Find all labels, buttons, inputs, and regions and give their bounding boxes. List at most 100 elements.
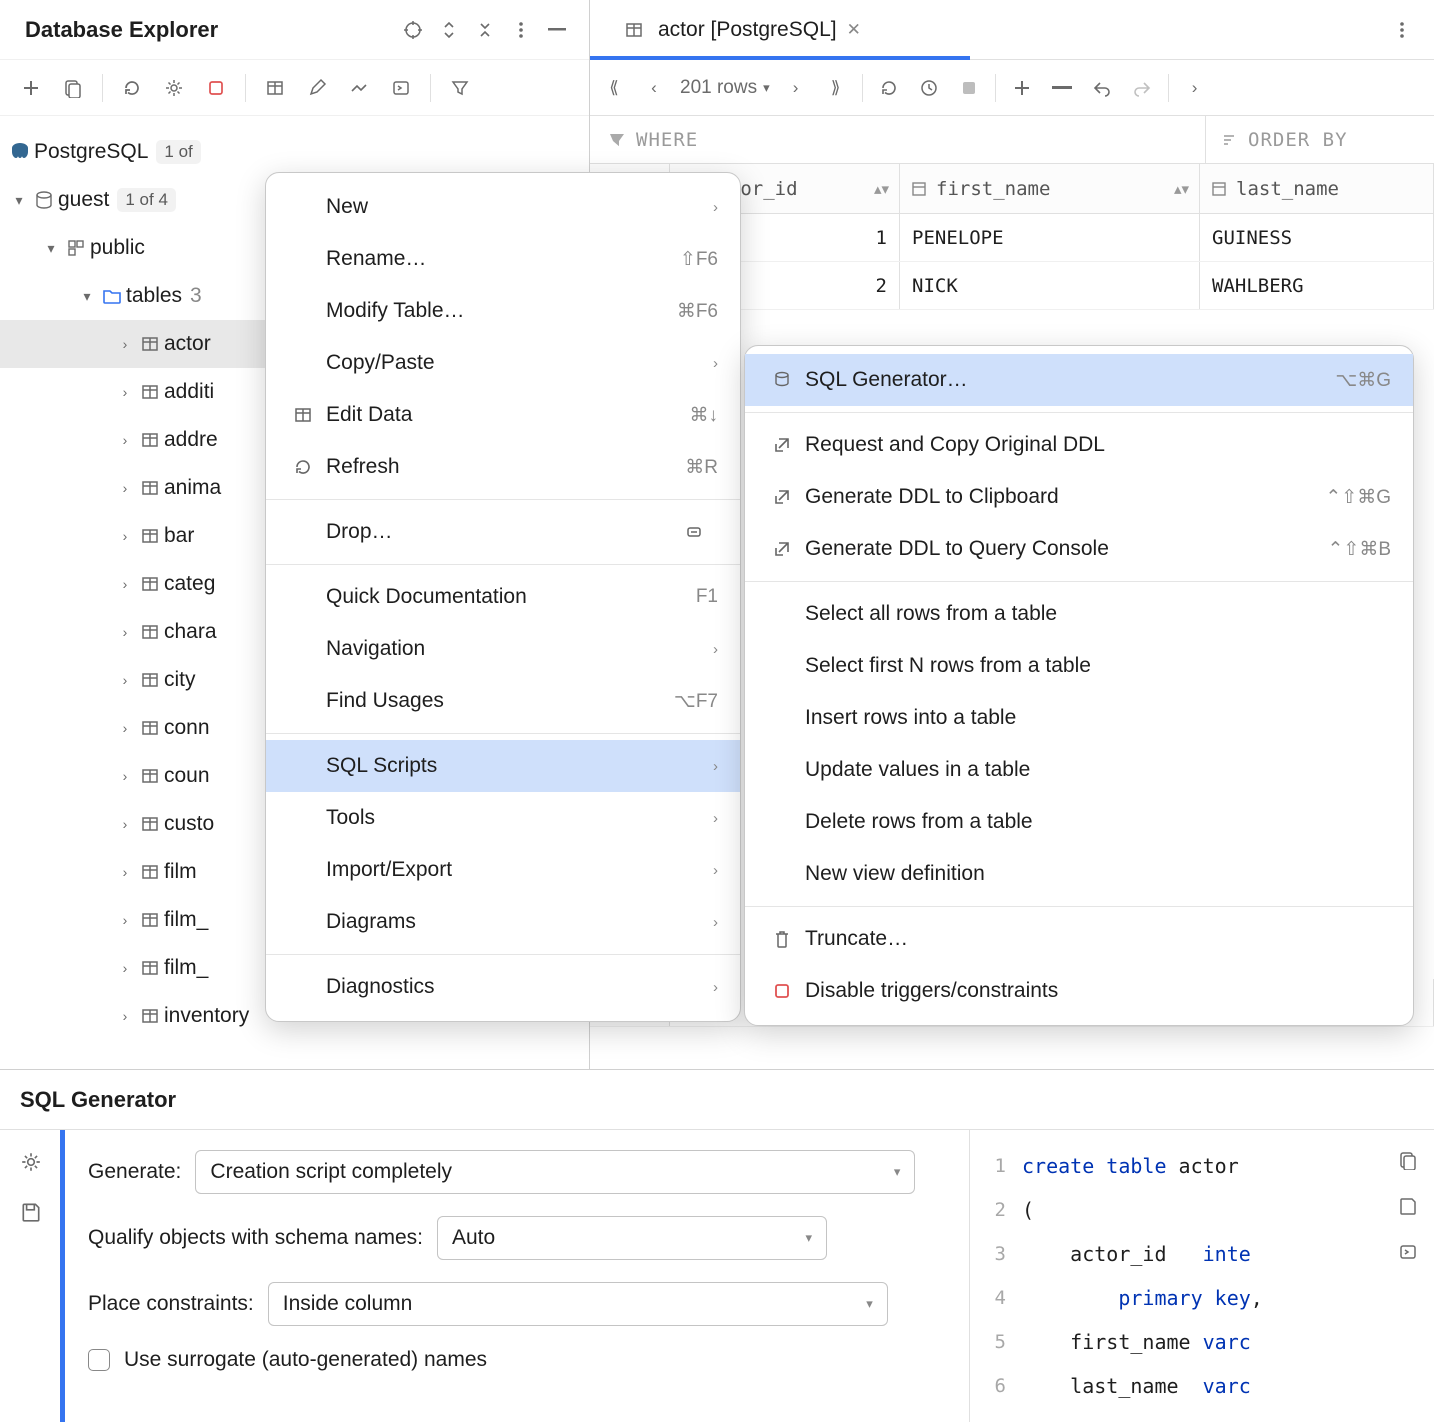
column-header-first-name[interactable]: first_name ▴▾ [900, 164, 1200, 213]
surrogate-checkbox[interactable] [88, 1349, 110, 1371]
prev-page-icon[interactable]: ‹ [640, 74, 668, 102]
menu-item[interactable]: Select all rows from a table [745, 588, 1413, 640]
console-icon[interactable] [388, 75, 414, 101]
more-icon[interactable] [1390, 18, 1414, 42]
menu-item[interactable]: Request and Copy Original DDL [745, 419, 1413, 471]
more-right-icon[interactable]: › [1181, 74, 1209, 102]
undo-icon[interactable] [1088, 74, 1116, 102]
table-name: film_ [164, 956, 208, 980]
chevron-right-icon[interactable]: › [114, 960, 136, 976]
more-icon[interactable] [509, 18, 533, 42]
history-icon[interactable] [915, 74, 943, 102]
close-icon[interactable]: ✕ [847, 20, 861, 40]
menu-item[interactable]: Insert rows into a table [745, 692, 1413, 744]
chevron-right-icon[interactable]: › [114, 672, 136, 688]
menu-item[interactable]: New› [266, 181, 740, 233]
reload-icon[interactable] [875, 74, 903, 102]
add-icon[interactable] [18, 75, 44, 101]
chevron-right-icon[interactable]: › [114, 912, 136, 928]
chevron-down-icon[interactable]: ▾ [8, 192, 30, 209]
context-menu-sql-scripts[interactable]: SQL Generator…⌥⌘G Request and Copy Origin… [744, 345, 1414, 1026]
cell-last-name[interactable]: WAHLBERG [1200, 262, 1434, 309]
menu-item[interactable]: Tools› [266, 792, 740, 844]
editor-tab[interactable]: actor [PostgreSQL] ✕ [602, 0, 879, 59]
last-page-icon[interactable]: ⟫ [822, 74, 850, 102]
cell-first-name[interactable]: NICK [900, 262, 1200, 309]
menu-item[interactable]: SQL Generator…⌥⌘G [745, 354, 1413, 406]
chevron-down-icon[interactable]: ▾ [76, 288, 98, 305]
menu-item[interactable]: Import/Export› [266, 844, 740, 896]
chevron-right-icon[interactable]: › [114, 480, 136, 496]
refresh-icon[interactable] [119, 75, 145, 101]
stop-icon[interactable] [955, 74, 983, 102]
save-icon[interactable] [19, 1200, 43, 1224]
menu-item[interactable]: Modify Table…⌘F6 [266, 285, 740, 337]
chevron-right-icon[interactable]: › [114, 1008, 136, 1024]
qualify-select[interactable]: Auto▾ [437, 1216, 827, 1260]
cell-first-name[interactable]: PENELOPE [900, 214, 1200, 261]
menu-item[interactable]: Navigation› [266, 623, 740, 675]
generate-select[interactable]: Creation script completely▾ [195, 1150, 915, 1194]
menu-item[interactable]: Copy/Paste› [266, 337, 740, 389]
menu-item[interactable]: Truncate… [745, 913, 1413, 965]
jump-icon[interactable] [346, 75, 372, 101]
menu-item[interactable]: Select first N rows from a table [745, 640, 1413, 692]
add-row-icon[interactable] [1008, 74, 1036, 102]
menu-item[interactable]: Update values in a table [745, 744, 1413, 796]
menu-item[interactable]: Disable triggers/constraints [745, 965, 1413, 1017]
cell-last-name[interactable]: GUINESS [1200, 214, 1434, 261]
column-header-last-name[interactable]: last_name [1200, 164, 1434, 213]
chevron-right-icon[interactable]: › [114, 624, 136, 640]
menu-item[interactable]: Generate DDL to Clipboard⌃⇧⌘G [745, 471, 1413, 523]
orderby-filter[interactable]: ORDER BY [1206, 116, 1434, 163]
console-icon[interactable] [1396, 1240, 1420, 1264]
chevron-right-icon[interactable]: › [114, 864, 136, 880]
collapse-icon[interactable] [473, 18, 497, 42]
menu-item[interactable]: Quick DocumentationF1 [266, 571, 740, 623]
code-text[interactable]: create table actor ( actor_id inte prima… [1016, 1130, 1382, 1422]
filter-icon[interactable] [447, 75, 473, 101]
menu-item[interactable]: Rename…⇧F6 [266, 233, 740, 285]
constraints-select[interactable]: Inside column▾ [268, 1282, 888, 1326]
menu-item[interactable]: Generate DDL to Query Console⌃⇧⌘B [745, 523, 1413, 575]
save-icon[interactable] [1396, 1194, 1420, 1218]
menu-item[interactable]: New view definition [745, 848, 1413, 900]
tree-datasource[interactable]: PostgreSQL 1 of [0, 128, 589, 176]
menu-item[interactable]: Delete rows from a table [745, 796, 1413, 848]
menu-item[interactable]: Diagrams› [266, 896, 740, 948]
gear-icon[interactable] [161, 75, 187, 101]
chevron-right-icon[interactable]: › [114, 432, 136, 448]
menu-item[interactable]: Find Usages⌥F7 [266, 675, 740, 727]
minimize-icon[interactable] [545, 18, 569, 42]
redo-icon[interactable] [1128, 74, 1156, 102]
copy-icon[interactable] [60, 75, 86, 101]
chevron-right-icon[interactable]: › [114, 816, 136, 832]
menu-item[interactable]: Diagnostics› [266, 961, 740, 1013]
menu-item[interactable]: Refresh⌘R [266, 441, 740, 493]
chevron-right-icon[interactable]: › [114, 384, 136, 400]
where-filter[interactable]: WHERE [590, 116, 1206, 163]
expand-icon[interactable] [437, 18, 461, 42]
chevron-right-icon[interactable]: › [114, 528, 136, 544]
chevron-down-icon[interactable]: ▾ [40, 240, 62, 257]
rows-display[interactable]: 201 rows ▾ [680, 77, 770, 99]
chevron-right-icon[interactable]: › [114, 768, 136, 784]
chevron-right-icon[interactable]: › [114, 336, 136, 352]
gear-icon[interactable] [19, 1150, 43, 1174]
first-page-icon[interactable]: ⟪ [600, 74, 628, 102]
chevron-right-icon[interactable]: › [114, 720, 136, 736]
menu-item[interactable]: Edit Data⌘↓ [266, 389, 740, 441]
target-icon[interactable] [401, 18, 425, 42]
remove-row-icon[interactable] [1048, 74, 1076, 102]
edit-icon[interactable] [304, 75, 330, 101]
table-icon[interactable] [262, 75, 288, 101]
copy-icon[interactable] [1396, 1148, 1420, 1172]
menu-item[interactable]: SQL Scripts› [266, 740, 740, 792]
next-page-icon[interactable]: › [782, 74, 810, 102]
stop-icon[interactable] [203, 75, 229, 101]
menu-label: Rename… [326, 247, 680, 271]
menu-item[interactable]: Drop… [266, 506, 740, 558]
context-menu-main[interactable]: New›Rename…⇧F6Modify Table…⌘F6Copy/Paste… [265, 172, 741, 1022]
menu-label: New [326, 195, 703, 219]
chevron-right-icon[interactable]: › [114, 576, 136, 592]
